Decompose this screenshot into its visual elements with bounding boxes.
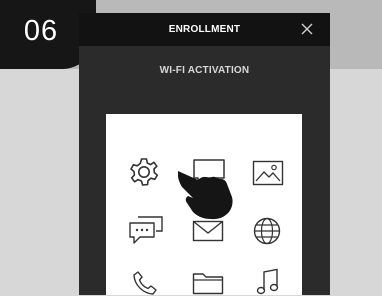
image-icon[interactable] [252,160,284,186]
gear-icon[interactable] [128,156,160,188]
close-button[interactable] [296,18,318,40]
globe-icon[interactable] [252,216,282,246]
phone-icon[interactable] [132,270,158,296]
screen-title: ENROLLMENT [168,24,241,35]
phone-screen: ENROLLMENT WI-FI ACTIVATION [79,13,330,295]
folder-icon[interactable] [192,271,224,295]
pointing-hand-icon [177,163,236,228]
messages-icon[interactable] [128,215,164,245]
music-icon[interactable] [256,268,280,296]
app-grid-panel [106,114,302,295]
screen-subtitle: WI-FI ACTIVATION [159,65,250,76]
screen-header: ENROLLMENT [79,13,330,46]
step-number: 06 [23,15,59,47]
close-icon [301,23,313,35]
